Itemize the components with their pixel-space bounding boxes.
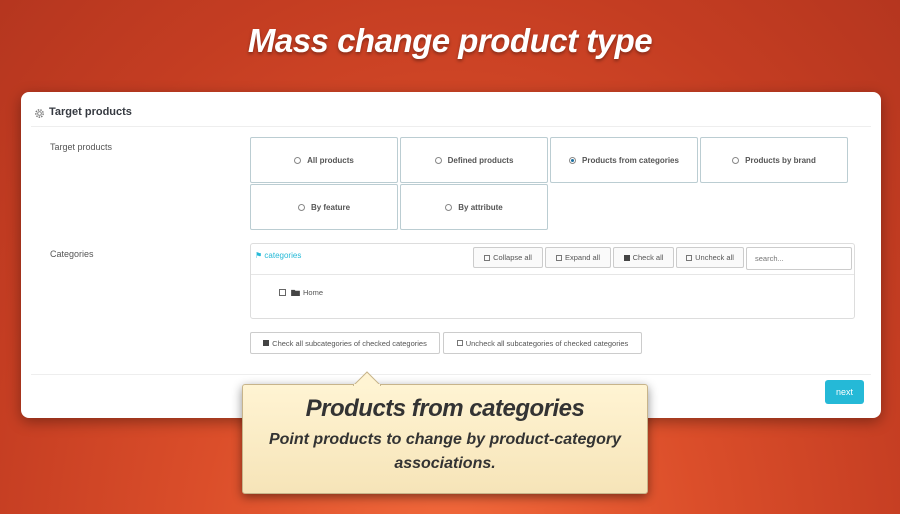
category-search-input[interactable] bbox=[746, 247, 852, 270]
option-by-feature[interactable]: By feature bbox=[250, 184, 398, 230]
categories-label: Categories bbox=[50, 249, 94, 259]
option-label: Defined products bbox=[447, 155, 514, 165]
collapse-all-label: Collapse all bbox=[493, 253, 532, 262]
target-products-panel: Target products Target products All prod… bbox=[21, 92, 881, 418]
uncheck-all-label: Uncheck all bbox=[695, 253, 734, 262]
expand-all-button[interactable]: Expand all bbox=[545, 247, 611, 268]
option-products-from-categories[interactable]: Products from categories bbox=[550, 137, 698, 183]
option-products-by-brand[interactable]: Products by brand bbox=[700, 137, 848, 183]
option-label: By attribute bbox=[458, 202, 503, 212]
radio-checked-icon[interactable] bbox=[569, 156, 577, 164]
empty-square-icon bbox=[456, 340, 463, 346]
check-all-button[interactable]: Check all bbox=[613, 247, 674, 268]
feature-callout: Products from categories Point products … bbox=[242, 371, 648, 494]
categories-tag-label: categories bbox=[264, 251, 302, 260]
checked-square-icon bbox=[263, 340, 270, 346]
tree-item-home[interactable]: Home bbox=[279, 288, 323, 297]
expand-all-label: Expand all bbox=[564, 253, 601, 262]
check-all-label: Check all bbox=[632, 253, 664, 262]
tree-item-label: Home bbox=[303, 288, 324, 297]
panel-footer-divider bbox=[31, 374, 871, 375]
callout-text: Point products to change by product-cate… bbox=[268, 431, 622, 472]
option-label: By feature bbox=[310, 202, 351, 212]
folder-icon bbox=[291, 289, 300, 296]
home-checkbox[interactable] bbox=[279, 289, 286, 296]
category-tree-toolbar: ⚑ categories Collapse all Expand all Che… bbox=[251, 244, 854, 275]
panel-header: Target products bbox=[31, 102, 871, 127]
page-headline: Mass change product type bbox=[247, 22, 653, 59]
next-button[interactable]: next bbox=[825, 380, 864, 404]
check-subcategories-button[interactable]: Check all subcategories of checked categ… bbox=[250, 332, 440, 354]
uncheck-subcategories-button[interactable]: Uncheck all subcategories of checked cat… bbox=[443, 332, 642, 354]
uncheck-all-button[interactable]: Uncheck all bbox=[676, 247, 744, 268]
radio-icon[interactable] bbox=[297, 203, 305, 211]
radio-icon[interactable] bbox=[294, 156, 302, 164]
option-label: All products bbox=[307, 155, 354, 165]
check-subcategories-label: Check all subcategories of checked categ… bbox=[272, 338, 427, 348]
radio-icon[interactable] bbox=[732, 156, 740, 164]
target-products-label: Target products bbox=[50, 142, 113, 152]
tag-icon: ⚑ bbox=[255, 251, 263, 260]
gear-icon bbox=[35, 109, 44, 118]
plus-square-icon bbox=[555, 254, 562, 261]
category-tree: ⚑ categories Collapse all Expand all Che… bbox=[250, 243, 855, 319]
checked-square-icon bbox=[623, 254, 630, 261]
option-defined-products[interactable]: Defined products bbox=[400, 137, 548, 183]
minus-square-icon bbox=[484, 254, 491, 261]
radio-icon[interactable] bbox=[445, 203, 453, 211]
empty-square-icon bbox=[686, 254, 693, 261]
option-all-products[interactable]: All products bbox=[250, 137, 398, 183]
panel-title: Target products bbox=[49, 106, 132, 118]
callout-pointer bbox=[353, 371, 381, 386]
callout-title: Products from categories bbox=[305, 395, 585, 422]
radio-icon[interactable] bbox=[434, 156, 442, 164]
categories-tag: ⚑ categories bbox=[255, 251, 301, 260]
option-label: Products by brand bbox=[745, 155, 816, 165]
option-label: Products from categories bbox=[582, 155, 679, 165]
option-by-attribute[interactable]: By attribute bbox=[400, 184, 548, 230]
uncheck-subcategories-label: Uncheck all subcategories of checked cat… bbox=[465, 338, 629, 348]
collapse-all-button[interactable]: Collapse all bbox=[473, 247, 543, 268]
